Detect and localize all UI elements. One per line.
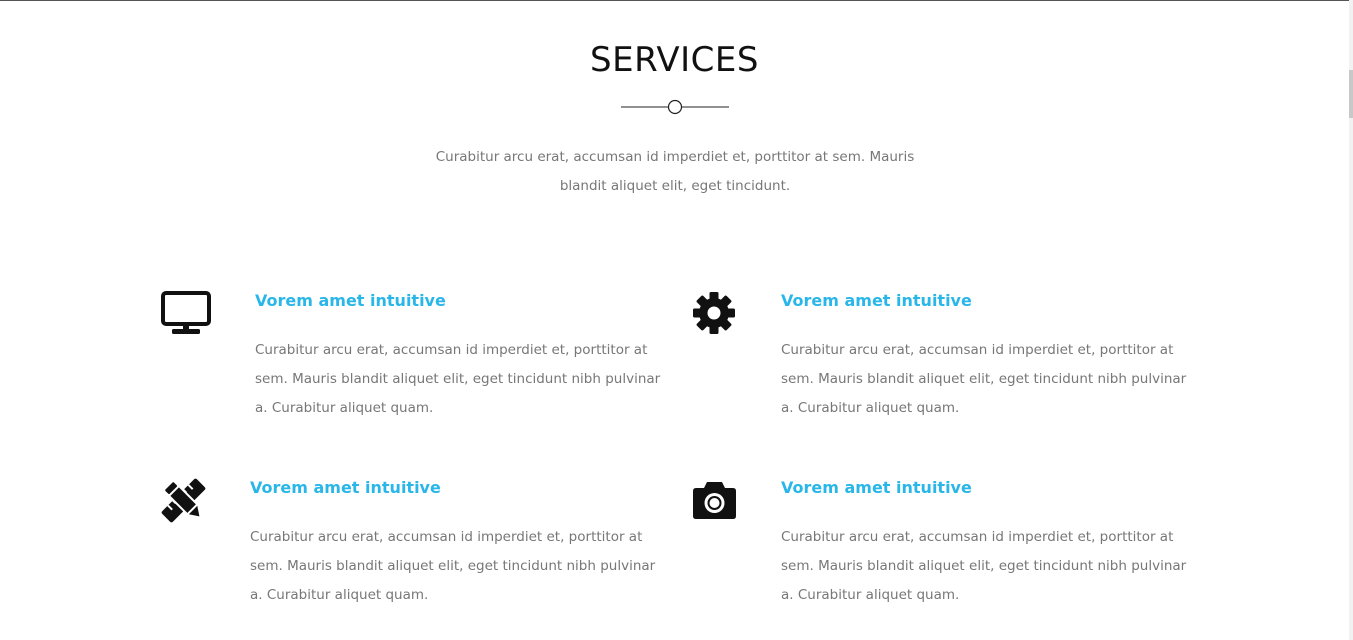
- desktop-icon: [161, 291, 211, 334]
- service-description: Curabitur arcu erat, accumsan id imperdi…: [255, 342, 661, 416]
- top-border: [0, 0, 1353, 1]
- service-description: Curabitur arcu erat, accumsan id imperdi…: [781, 529, 1187, 603]
- page-scrollbar[interactable]: [1349, 0, 1353, 640]
- title-divider-ornament: [621, 99, 729, 115]
- camera-icon: [693, 482, 736, 519]
- service-heading: Vorem amet intuitive: [255, 291, 446, 310]
- scrollbar-thumb[interactable]: [1349, 70, 1353, 118]
- section-intro: Curabitur arcu erat, accumsan id imperdi…: [435, 149, 915, 194]
- pencil-ruler-icon: [161, 478, 206, 523]
- service-heading: Vorem amet intuitive: [781, 478, 972, 497]
- section-title: SERVICES: [590, 40, 759, 80]
- service-description: Curabitur arcu erat, accumsan id imperdi…: [781, 342, 1187, 416]
- service-description: Curabitur arcu erat, accumsan id imperdi…: [250, 529, 656, 603]
- gear-icon: [693, 292, 735, 334]
- service-heading: Vorem amet intuitive: [781, 291, 972, 310]
- service-heading: Vorem amet intuitive: [250, 478, 441, 497]
